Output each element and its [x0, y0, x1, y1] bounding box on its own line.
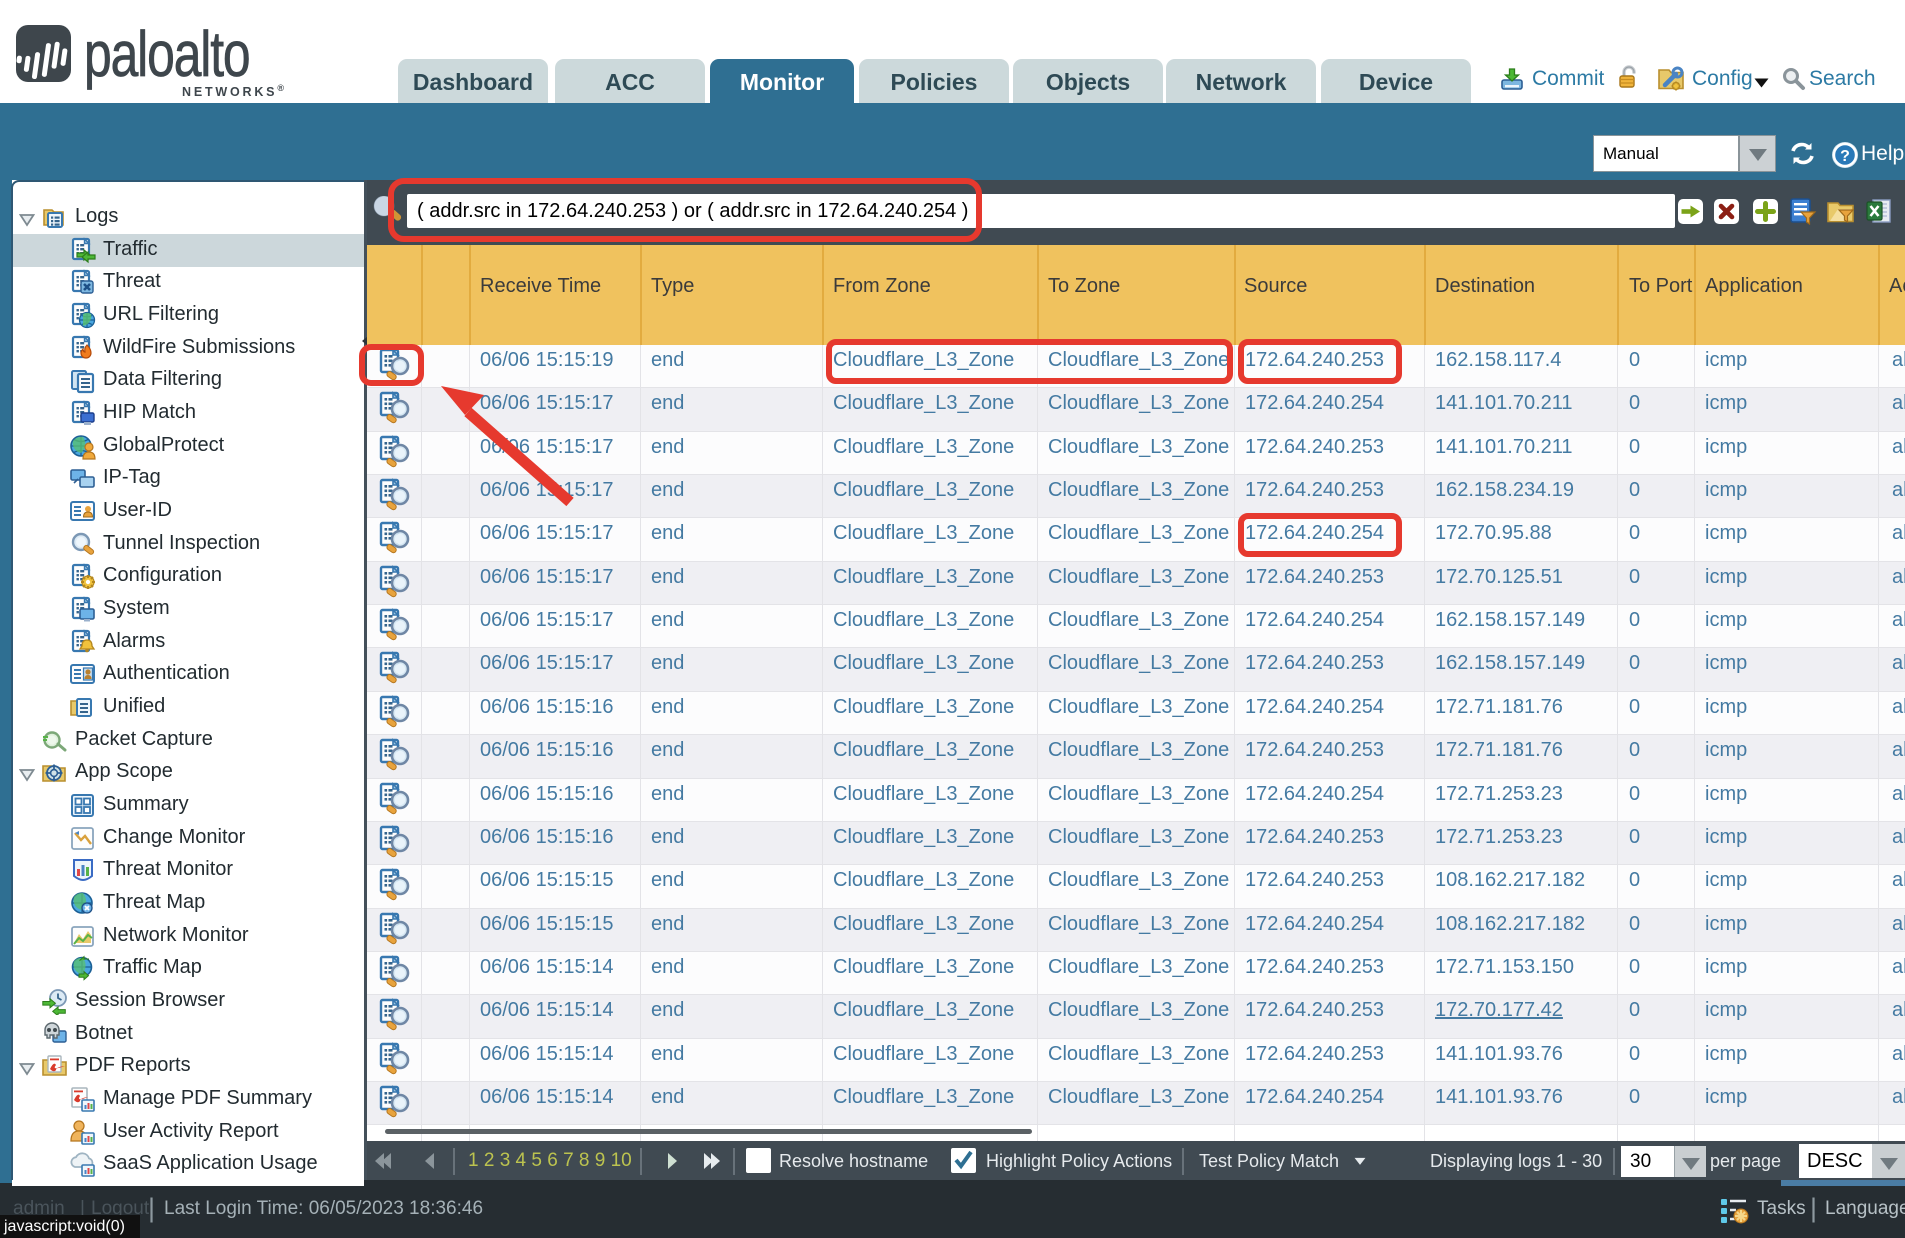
svg-text:?: ?: [1840, 148, 1850, 165]
